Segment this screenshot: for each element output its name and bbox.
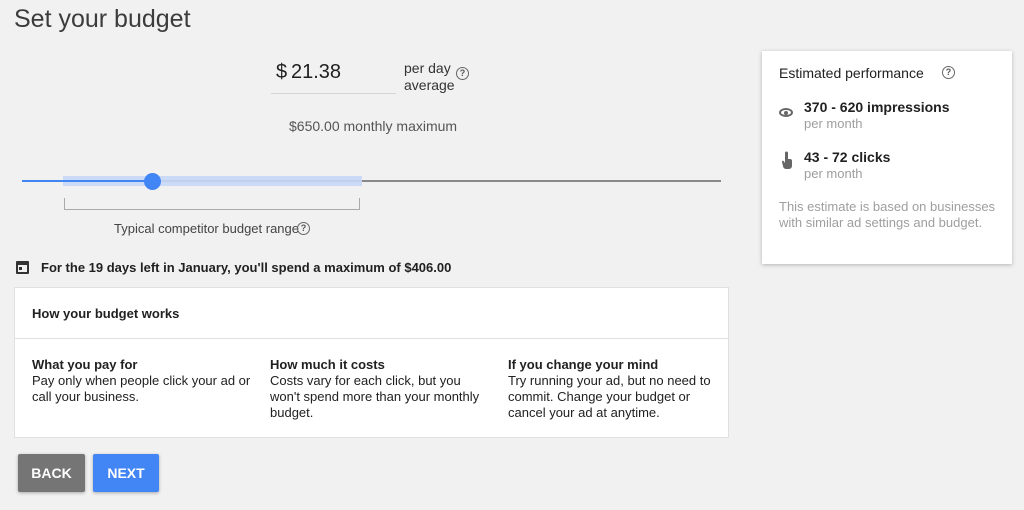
page-title: Set your budget xyxy=(14,5,191,33)
eye-icon xyxy=(779,108,793,117)
budget-slider[interactable] xyxy=(22,171,721,193)
how-budget-works-title: How your budget works xyxy=(15,288,728,339)
help-icon[interactable]: ? xyxy=(297,222,310,235)
estimated-performance-card: Estimated performance ? 370 - 620 impres… xyxy=(762,51,1012,264)
info-column-body: Costs vary for each click, but you won't… xyxy=(270,373,480,420)
spend-notice-text: For the 19 days left in January, you'll … xyxy=(41,260,452,275)
impressions-period: per month xyxy=(804,116,863,131)
info-column: How much it costs Costs vary for each cl… xyxy=(270,357,490,421)
budget-amount-input[interactable]: $ 21.38 xyxy=(271,57,396,94)
budget-unit-line2: average xyxy=(404,77,455,93)
slider-thumb[interactable] xyxy=(143,173,161,190)
clicks-period: per month xyxy=(804,166,863,181)
calendar-icon xyxy=(16,261,29,274)
how-budget-works-card: How your budget works What you pay for P… xyxy=(14,287,729,438)
budget-unit-line1: per day xyxy=(404,60,451,76)
info-column: What you pay for Pay only when people cl… xyxy=(32,357,252,405)
info-column: If you change your mind Try running your… xyxy=(508,357,728,421)
next-button[interactable]: NEXT xyxy=(93,454,159,492)
currency-symbol: $ xyxy=(276,61,288,83)
click-icon xyxy=(781,151,792,169)
monthly-maximum: $650.00 monthly maximum xyxy=(289,118,458,134)
info-column-body: Pay only when people click your ad or ca… xyxy=(32,373,251,404)
slider-track-filled xyxy=(22,180,152,182)
info-column-body: Try running your ad, but no need to comm… xyxy=(508,373,711,420)
competitor-range-label: Typical competitor budget range xyxy=(114,221,299,236)
spend-notice: For the 19 days left in January, you'll … xyxy=(16,260,451,275)
help-icon[interactable]: ? xyxy=(942,66,955,79)
estimate-note: This estimate is based on businesses wit… xyxy=(779,199,996,230)
back-button[interactable]: BACK xyxy=(18,454,85,492)
budget-amount-value[interactable]: 21.38 xyxy=(291,61,341,84)
competitor-range-bracket xyxy=(64,198,360,210)
info-column-title: If you change your mind xyxy=(508,357,659,372)
estimated-performance-title: Estimated performance xyxy=(779,65,924,81)
impressions-value: 370 - 620 impressions xyxy=(804,99,950,115)
help-icon[interactable]: ? xyxy=(456,67,469,80)
info-column-title: What you pay for xyxy=(32,357,138,372)
clicks-value: 43 - 72 clicks xyxy=(804,149,891,165)
budget-unit: per day average xyxy=(404,60,464,94)
info-column-title: How much it costs xyxy=(270,357,385,372)
